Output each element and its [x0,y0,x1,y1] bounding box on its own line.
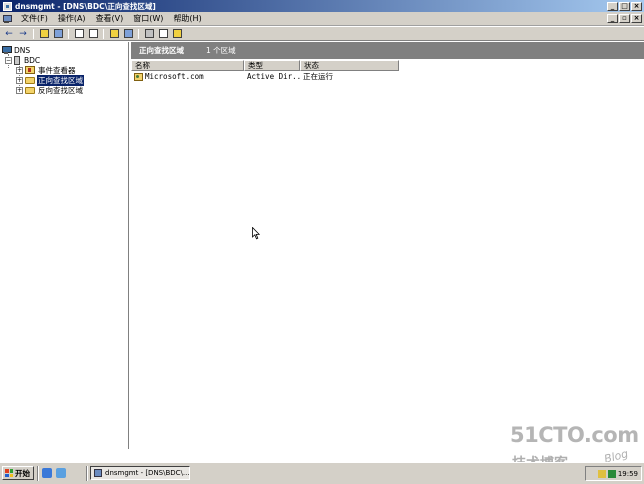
minimize-button[interactable]: _ [607,1,618,11]
column-headers: 名称 类型 状态 [131,60,399,71]
task-label: dnsmgmt - [DNS\BDC\... [105,469,190,477]
child-restore-button[interactable]: ▫ [619,14,630,23]
new-zone-icon[interactable] [171,28,183,39]
system-tray: 19:59 [585,466,642,481]
child-minimize-button[interactable]: _ [607,14,618,23]
window-title: dnsmgmt - [DNS\BDC\正向查找区域] [15,1,156,11]
toolbar-separator [103,28,104,39]
dns-console-icon [3,1,12,11]
export-list-icon[interactable] [87,28,99,39]
dns-console-icon [94,469,102,477]
menu-view[interactable]: 查看(V) [91,13,129,24]
menu-file[interactable]: 文件(F) [16,13,53,24]
start-label: 开始 [15,468,30,478]
event-viewer-icon [25,66,35,74]
tree-item-server[interactable]: − BDC [5,55,41,65]
server-icon[interactable] [143,28,155,39]
forward-arrow-icon[interactable]: → [17,28,29,39]
tree-label-dns: DNS [14,45,31,55]
toolbar-separator [68,28,69,39]
network-icon[interactable] [607,469,616,478]
mouse-cursor-icon [252,227,260,240]
refresh-icon[interactable] [73,28,85,39]
pane-header: 正向查找区域 1 个区域 [131,42,644,59]
show-desktop-icon[interactable] [56,468,66,478]
child-window-controls: _ ▫ × [607,14,642,23]
zone-type: Active Dir... [247,72,300,81]
internet-explorer-icon[interactable] [42,468,52,478]
tree-item-dns[interactable]: DNS [2,45,31,55]
expand-icon[interactable]: + [16,76,23,84]
zone-name: Microsoft.com [145,72,204,81]
window-titlebar[interactable]: dnsmgmt - [DNS\BDC\正向查找区域] _ □ × [0,0,644,12]
zone-status: 正在运行 [303,72,333,81]
console-tree[interactable]: DNS − BDC + 事件查看器 + 正向查找区域 + 反向查找区域 [0,42,129,449]
dns-icon [2,45,12,55]
up-folder-icon[interactable] [38,28,50,39]
list-item[interactable]: Microsoft.com Active Dir... 正在运行 [131,71,399,82]
menu-action[interactable]: 操作(A) [53,13,91,24]
shield-icon[interactable] [597,469,606,478]
taskbar-separator [37,466,39,481]
start-button[interactable]: 开始 [2,466,34,480]
toolbar-separator [138,28,139,39]
tree-item-event-viewer[interactable]: + 事件查看器 [16,65,77,75]
back-arrow-icon[interactable]: ← [3,28,15,39]
server-icon [14,55,20,65]
folder-icon [25,86,35,94]
taskbar: 开始 dnsmgmt - [DNS\BDC\... 19:59 [0,462,644,484]
tree-label-server: BDC [24,55,41,65]
expand-icon[interactable]: + [16,66,23,74]
column-header-status[interactable]: 状态 [300,60,399,71]
expand-icon[interactable]: + [16,86,23,94]
folder-icon [25,76,35,84]
pane-title: 正向查找区域 [139,46,184,55]
tree-item-forward-zones[interactable]: + 正向查找区域 [16,74,84,86]
zone-name-cell: Microsoft.com [131,72,244,81]
windows-flag-icon [5,469,13,477]
taskbar-button-dnsmgmt[interactable]: dnsmgmt - [DNS\BDC\... [90,466,190,480]
taskbar-separator [86,466,88,481]
list-view-icon[interactable] [157,28,169,39]
menu-bar: 文件(F) 操作(A) 查看(V) 窗口(W) 帮助(H) _ ▫ × [0,12,644,26]
collapse-icon[interactable]: − [5,56,12,64]
window-controls: _ □ × [607,1,642,11]
column-header-type[interactable]: 类型 [244,60,300,71]
toolbar-separator [33,28,34,39]
clock[interactable]: 19:59 [618,470,638,478]
zone-count: 1 个区域 [206,46,236,55]
close-button[interactable]: × [631,1,642,11]
menu-window[interactable]: 窗口(W) [128,13,168,24]
tree-label-reverse-zones: 反向查找区域 [38,85,83,95]
zone-icon [134,73,143,81]
tree-item-reverse-zones[interactable]: + 反向查找区域 [16,85,84,95]
help-icon[interactable] [108,28,120,39]
maximize-button[interactable]: □ [619,1,630,11]
column-header-name[interactable]: 名称 [131,60,244,71]
child-close-button[interactable]: × [631,14,642,23]
toolbar: ← → [0,27,644,41]
menu-help[interactable]: 帮助(H) [168,13,206,24]
console-menu-icon[interactable] [2,14,12,24]
properties-icon[interactable] [122,28,134,39]
details-pane[interactable]: 正向查找区域 1 个区域 名称 类型 状态 Microsoft.com Acti… [131,42,644,449]
show-hide-tree-icon[interactable] [52,28,64,39]
